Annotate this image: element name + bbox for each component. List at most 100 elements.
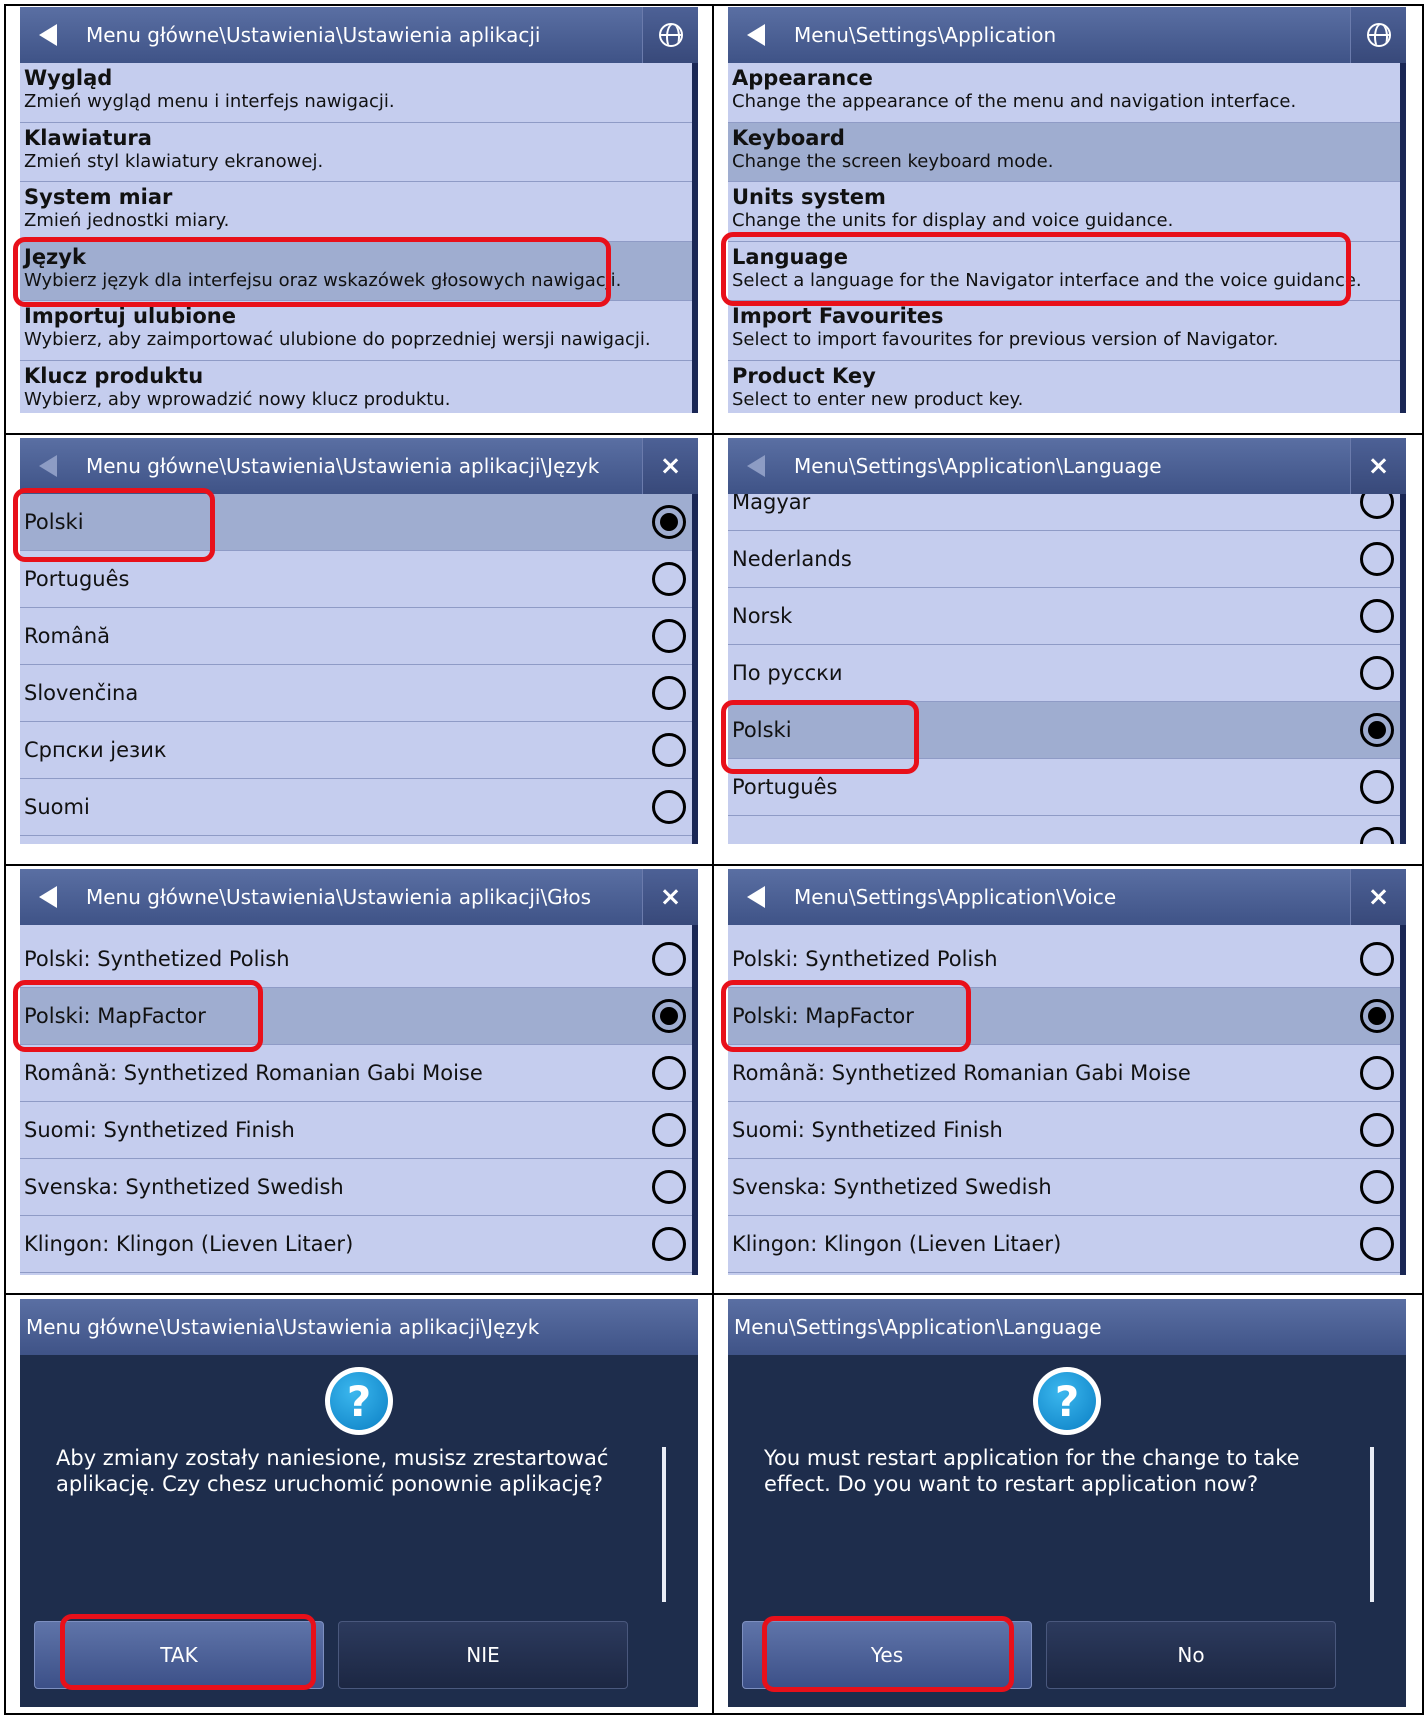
settings-item-product-key[interactable]: Product Key Select to enter new product k… bbox=[728, 360, 1400, 413]
close-button[interactable]: × bbox=[642, 869, 698, 925]
radio-icon[interactable] bbox=[652, 790, 686, 824]
scrollbar[interactable] bbox=[1370, 1447, 1374, 1602]
option-label: Română: Synthetized Romanian Gabi Moise bbox=[732, 1061, 1191, 1085]
radio-icon[interactable] bbox=[1360, 656, 1394, 690]
voice-option[interactable]: Polski: Synthetized Polish bbox=[728, 931, 1400, 988]
radio-icon[interactable] bbox=[1360, 827, 1394, 844]
scrollbar[interactable] bbox=[1400, 494, 1406, 844]
radio-icon[interactable] bbox=[652, 942, 686, 976]
back-button[interactable] bbox=[728, 7, 784, 63]
setting-description: Select to enter new product key. bbox=[732, 388, 1024, 410]
radio-selected-icon[interactable] bbox=[1360, 713, 1394, 747]
settings-item-import-favourites[interactable]: Import Favourites Select to import favour… bbox=[728, 301, 1400, 361]
language-globe-button[interactable] bbox=[1350, 7, 1406, 63]
voice-option[interactable]: Polski: MapFactor bbox=[728, 988, 1400, 1045]
no-button[interactable]: No bbox=[1046, 1621, 1336, 1689]
language-option[interactable]: Slovenčina bbox=[20, 665, 692, 722]
title-bar: Menu główne\Ustawienia\Ustawienia aplika… bbox=[20, 438, 698, 494]
language-option[interactable]: Nederlands bbox=[728, 531, 1400, 588]
back-button[interactable] bbox=[728, 438, 784, 494]
voice-option[interactable]: Suomi: Synthetized Finish bbox=[20, 1102, 692, 1159]
settings-item-appearance[interactable]: Wygląd Zmień wygląd menu i interfejs nawi… bbox=[20, 63, 692, 123]
voice-option[interactable]: Klingon: Klingon (Lieven Litaer) bbox=[20, 1216, 692, 1273]
setting-description: Zmień wygląd menu i interfejs nawigacji. bbox=[24, 91, 395, 112]
language-globe-button[interactable] bbox=[642, 7, 698, 63]
close-button[interactable]: × bbox=[642, 438, 698, 494]
radio-selected-icon[interactable] bbox=[652, 999, 686, 1033]
voice-option[interactable]: Klingon: Klingon (Lieven Litaer) bbox=[728, 1216, 1400, 1273]
settings-item-appearance[interactable]: Appearance Change the appearance of the m… bbox=[728, 63, 1400, 123]
settings-item-language[interactable]: Język Wybierz język dla interfejsu oraz w… bbox=[20, 241, 692, 301]
language-option[interactable] bbox=[20, 836, 692, 844]
language-panel-pl: Menu główne\Ustawienia\Ustawienia aplika… bbox=[20, 438, 698, 844]
dialog-title: Menu\Settings\Application\Language bbox=[728, 1299, 1406, 1355]
language-option[interactable]: Português bbox=[728, 759, 1400, 816]
language-option[interactable]: Suomi bbox=[20, 779, 692, 836]
voice-option[interactable]: Svenska: Synthetized Swedish bbox=[728, 1159, 1400, 1216]
setting-description: Zmień jednostki miary. bbox=[24, 210, 230, 231]
radio-icon[interactable] bbox=[652, 1227, 686, 1261]
scrollbar[interactable] bbox=[692, 494, 698, 844]
radio-icon[interactable] bbox=[1360, 542, 1394, 576]
language-option[interactable] bbox=[728, 816, 1400, 844]
back-button[interactable] bbox=[728, 869, 784, 925]
voice-option[interactable]: Română: Synthetized Romanian Gabi Moise bbox=[728, 1045, 1400, 1102]
setting-description: Change the screen keyboard mode. bbox=[732, 150, 1054, 172]
settings-item-units[interactable]: Units system Change the units for display… bbox=[728, 182, 1400, 242]
back-button[interactable] bbox=[20, 869, 76, 925]
radio-icon[interactable] bbox=[652, 733, 686, 767]
language-option[interactable]: Српски језик bbox=[20, 722, 692, 779]
question-icon: ? bbox=[325, 1367, 393, 1435]
language-option[interactable]: По русски bbox=[728, 645, 1400, 702]
question-icon: ? bbox=[1033, 1367, 1101, 1435]
radio-icon[interactable] bbox=[1360, 1056, 1394, 1090]
radio-selected-icon[interactable] bbox=[652, 505, 686, 539]
back-arrow-icon bbox=[39, 886, 57, 908]
radio-icon[interactable] bbox=[652, 1170, 686, 1204]
no-button[interactable]: NIE bbox=[338, 1621, 628, 1689]
settings-item-keyboard[interactable]: Klawiatura Zmień styl klawiatury ekranowe… bbox=[20, 122, 692, 182]
close-button[interactable]: × bbox=[1350, 438, 1406, 494]
voice-option[interactable]: Polski: MapFactor bbox=[20, 988, 692, 1045]
option-label: Klingon: Klingon (Lieven Litaer) bbox=[24, 1232, 354, 1256]
radio-icon[interactable] bbox=[652, 619, 686, 653]
radio-icon[interactable] bbox=[652, 1056, 686, 1090]
settings-item-import-favourites[interactable]: Importuj ulubione Wybierz, aby zaimportow… bbox=[20, 301, 692, 361]
radio-icon[interactable] bbox=[652, 1113, 686, 1147]
scrollbar[interactable] bbox=[1400, 63, 1406, 413]
settings-item-keyboard[interactable]: Keyboard Change the screen keyboard mode. bbox=[728, 122, 1400, 182]
settings-item-product-key[interactable]: Klucz produktu Wybierz, aby wprowadzić no… bbox=[20, 360, 692, 413]
radio-icon[interactable] bbox=[652, 676, 686, 710]
back-button[interactable] bbox=[20, 7, 76, 63]
radio-icon[interactable] bbox=[652, 562, 686, 596]
voice-option[interactable]: Română: Synthetized Romanian Gabi Moise bbox=[20, 1045, 692, 1102]
radio-icon[interactable] bbox=[1360, 1113, 1394, 1147]
scrollbar[interactable] bbox=[662, 1447, 666, 1602]
language-option[interactable]: Română bbox=[20, 608, 692, 665]
settings-item-units[interactable]: System miar Zmień jednostki miary. bbox=[20, 182, 692, 242]
language-option[interactable]: Português bbox=[20, 551, 692, 608]
radio-icon[interactable] bbox=[1360, 1170, 1394, 1204]
radio-icon[interactable] bbox=[1360, 1227, 1394, 1261]
radio-icon[interactable] bbox=[1360, 942, 1394, 976]
back-button[interactable] bbox=[20, 438, 76, 494]
scrollbar[interactable] bbox=[1400, 925, 1406, 1275]
voice-option[interactable]: Suomi: Synthetized Finish bbox=[728, 1102, 1400, 1159]
voice-option[interactable]: Polski: Synthetized Polish bbox=[20, 931, 692, 988]
radio-icon[interactable] bbox=[1360, 770, 1394, 804]
radio-icon[interactable] bbox=[1360, 599, 1394, 633]
setting-title: Appearance bbox=[732, 66, 873, 90]
yes-button[interactable]: TAK bbox=[34, 1621, 324, 1689]
language-option[interactable]: Norsk bbox=[728, 588, 1400, 645]
scrollbar[interactable] bbox=[692, 63, 698, 413]
close-button[interactable]: × bbox=[1350, 869, 1406, 925]
settings-item-language[interactable]: Language Select a language for the Naviga… bbox=[728, 241, 1400, 301]
voice-option[interactable]: Svenska: Synthetized Swedish bbox=[20, 1159, 692, 1216]
language-option[interactable]: Polski bbox=[728, 702, 1400, 759]
yes-button[interactable]: Yes bbox=[742, 1621, 1032, 1689]
title-bar: Menu główne\Ustawienia\Ustawienia aplika… bbox=[20, 869, 698, 925]
scrollbar[interactable] bbox=[692, 925, 698, 1275]
radio-selected-icon[interactable] bbox=[1360, 999, 1394, 1033]
language-option[interactable]: Polski bbox=[20, 494, 692, 551]
setting-title: Wygląd bbox=[24, 66, 113, 90]
